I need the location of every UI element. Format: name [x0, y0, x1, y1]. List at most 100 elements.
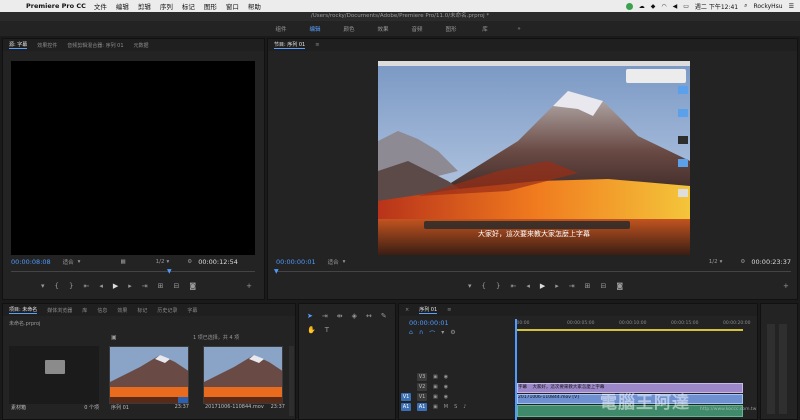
- hand-tool-icon[interactable]: ✋: [307, 326, 316, 334]
- tab-markers[interactable]: 标记: [137, 307, 147, 314]
- tab-program[interactable]: 节目: 序列 01: [274, 41, 306, 49]
- add-marker-icon[interactable]: ▾: [41, 282, 45, 290]
- wifi-icon[interactable]: ◠: [661, 3, 666, 10]
- go-to-out-icon[interactable]: ⇥: [569, 282, 575, 290]
- linked-selection-icon[interactable]: ⌒: [429, 329, 435, 338]
- sync-lock-icon[interactable]: ▣: [433, 374, 438, 380]
- camera-icon[interactable]: ◙: [189, 282, 196, 290]
- program-ratio-select[interactable]: 1/2: [709, 259, 718, 265]
- source-patch-a1[interactable]: A1: [401, 403, 411, 411]
- step-forward-icon[interactable]: ▸: [555, 282, 559, 290]
- tab-sequence[interactable]: 序列 01: [419, 306, 438, 314]
- extract-icon[interactable]: ⊟: [601, 282, 607, 290]
- sync-lock-icon[interactable]: ▣: [433, 394, 438, 400]
- dropbox-icon[interactable]: ◆: [651, 3, 656, 10]
- tab-history[interactable]: 历史记录: [157, 307, 177, 314]
- tab-source[interactable]: 源: 字幕: [9, 41, 28, 49]
- add-marker-icon[interactable]: ▾: [468, 282, 472, 290]
- mark-out-icon[interactable]: }: [69, 282, 73, 290]
- sync-lock-icon[interactable]: ▣: [433, 384, 438, 390]
- eye-icon[interactable]: ◉: [444, 384, 448, 390]
- menu-edit[interactable]: 编辑: [116, 1, 129, 11]
- solo-icon[interactable]: S: [454, 404, 457, 410]
- snap-icon[interactable]: ∩: [419, 329, 423, 338]
- panel-menu-icon[interactable]: ≡: [447, 307, 451, 313]
- selection-tool-icon[interactable]: ➤: [307, 312, 313, 320]
- workspace-editing[interactable]: 编辑: [298, 25, 332, 33]
- play-icon[interactable]: ▶: [113, 282, 118, 290]
- step-back-icon[interactable]: ◂: [526, 282, 530, 290]
- app-menu[interactable]: Premiere Pro CC: [26, 2, 86, 10]
- source-ratio-select[interactable]: 1/2: [156, 259, 165, 265]
- overwrite-icon[interactable]: ⊟: [174, 282, 180, 290]
- track-label[interactable]: V1: [417, 393, 427, 401]
- line-app-icon[interactable]: [625, 2, 633, 10]
- program-time-ruler[interactable]: ▼: [274, 268, 791, 275]
- program-playhead[interactable]: ▼: [274, 268, 279, 275]
- source-patch-v1[interactable]: V1: [401, 393, 411, 401]
- menu-help[interactable]: 帮助: [248, 1, 261, 11]
- source-time-ruler[interactable]: ▼: [11, 268, 255, 275]
- razor-tool-icon[interactable]: ◈: [352, 312, 357, 320]
- cloud-icon[interactable]: ☁: [639, 3, 645, 10]
- nest-icon[interactable]: ⌂: [409, 329, 413, 338]
- pen-tool-icon[interactable]: ✎: [381, 312, 387, 320]
- work-area-bar[interactable]: [515, 329, 743, 331]
- menu-clip[interactable]: 剪辑: [138, 1, 151, 11]
- workspace-color[interactable]: 颜色: [332, 25, 366, 33]
- add-button-icon[interactable]: +: [783, 282, 789, 290]
- go-to-out-icon[interactable]: ⇥: [142, 282, 148, 290]
- insert-icon[interactable]: ⊞: [158, 282, 164, 290]
- tab-captions[interactable]: 字幕: [187, 307, 197, 314]
- track-label[interactable]: A1: [417, 403, 427, 411]
- mark-in-icon[interactable]: {: [482, 282, 486, 290]
- tab-audio-mixer[interactable]: 音频剪辑混合器: 序列 01: [67, 42, 123, 49]
- ripple-edit-tool-icon[interactable]: ⇹: [337, 312, 343, 320]
- project-scrollbar[interactable]: [289, 346, 294, 416]
- menu-graphics[interactable]: 图形: [204, 1, 217, 11]
- timeline-settings-icon[interactable]: ⚙: [450, 329, 455, 338]
- step-forward-icon[interactable]: ▸: [128, 282, 132, 290]
- search-icon[interactable]: ⌕: [744, 2, 747, 10]
- menu-marker[interactable]: 标记: [182, 1, 195, 11]
- timeline-ruler[interactable]: :00:00 00:00:05:00 00:00:10:00 00:00:15:…: [515, 319, 755, 333]
- workspace-audio[interactable]: 音频: [400, 25, 434, 33]
- mute-icon[interactable]: M: [444, 404, 448, 410]
- tab-effects[interactable]: 效果: [117, 307, 127, 314]
- program-video-frame[interactable]: 大家好，這次要來教大家怎麼上字幕: [378, 61, 690, 255]
- timeline-timecode[interactable]: 00:00:00:01: [409, 319, 449, 327]
- track-select-tool-icon[interactable]: ⇥: [322, 312, 328, 320]
- bin-icon[interactable]: ▣: [111, 334, 117, 341]
- settings-marker-icon[interactable]: ▦: [120, 259, 125, 265]
- workspace-libraries[interactable]: 库: [468, 25, 502, 33]
- sync-lock-icon[interactable]: ▣: [433, 404, 438, 410]
- menu-file[interactable]: 文件: [94, 1, 107, 11]
- tab-media-browser[interactable]: 媒体浏览器: [47, 307, 72, 314]
- source-playhead[interactable]: ▼: [167, 268, 172, 275]
- mark-in-icon[interactable]: {: [55, 282, 59, 290]
- track-label[interactable]: V2: [417, 383, 427, 391]
- go-to-in-icon[interactable]: ⇤: [83, 282, 89, 290]
- tab-metadata[interactable]: 元数据: [134, 42, 149, 49]
- volume-icon[interactable]: ◀: [673, 3, 678, 10]
- battery-icon[interactable]: ▭: [683, 3, 689, 10]
- tab-project[interactable]: 项目: 未命名: [9, 306, 38, 314]
- panel-menu-icon[interactable]: ≡: [315, 42, 319, 48]
- notification-icon[interactable]: ☰: [789, 3, 794, 10]
- program-fit-select[interactable]: 适合: [328, 258, 339, 266]
- user-name[interactable]: RockyHsu: [753, 3, 782, 10]
- add-marker-icon[interactable]: ▾: [441, 329, 444, 338]
- wrench-icon[interactable]: ⚙: [740, 259, 745, 265]
- clock[interactable]: 週二 下午12:41: [695, 2, 738, 11]
- program-timecode-current[interactable]: 00:00:00:01: [276, 258, 316, 266]
- type-tool-icon[interactable]: T: [325, 326, 329, 334]
- project-item-sequence[interactable]: [109, 346, 189, 404]
- eye-icon[interactable]: ◉: [444, 374, 448, 380]
- eye-icon[interactable]: ◉: [444, 394, 448, 400]
- workspace-assembly[interactable]: 组件: [264, 25, 298, 33]
- wrench-icon[interactable]: ⚙: [187, 259, 192, 265]
- tab-effect-controls[interactable]: 效果控件: [37, 42, 57, 49]
- menu-window[interactable]: 窗口: [226, 1, 239, 11]
- tab-libraries[interactable]: 库: [82, 307, 87, 314]
- workspace-more[interactable]: »: [502, 26, 536, 32]
